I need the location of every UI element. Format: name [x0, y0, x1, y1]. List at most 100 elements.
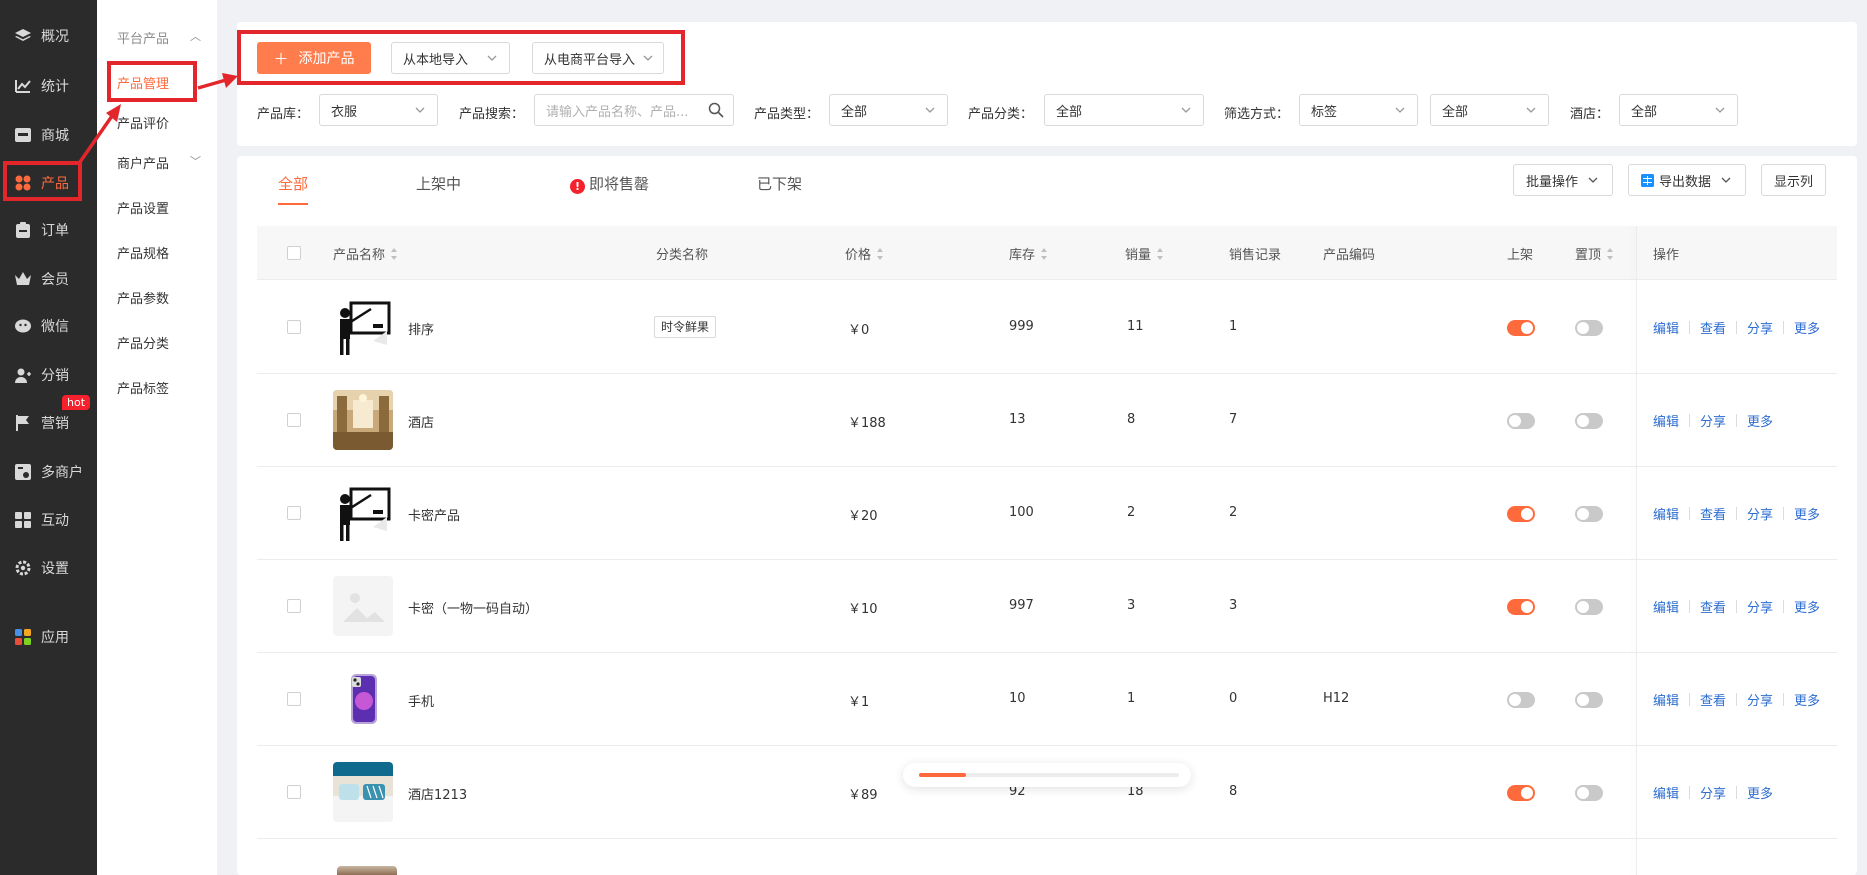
tab-on-sale[interactable]: 上架中 [416, 173, 461, 194]
action-link[interactable]: 分享 [1747, 597, 1773, 616]
row-checkbox[interactable] [287, 320, 301, 334]
row-checkbox[interactable] [287, 692, 301, 706]
row-checkbox[interactable] [287, 413, 301, 427]
column-header-sales[interactable]: 销量 [1125, 244, 1164, 263]
product-name[interactable]: 卡密（一物一码自动） [408, 598, 538, 617]
sidebar-item-marketing[interactable]: 营销 [0, 403, 97, 443]
column-header-label: 产品编码 [1323, 248, 1376, 263]
product-thumbnail[interactable] [333, 390, 393, 450]
subnav-item-product-reviews[interactable]: 产品评价 [117, 113, 169, 132]
pin-toggle[interactable] [1575, 785, 1603, 801]
product-sales-records: 2 [1229, 505, 1238, 520]
action-link[interactable]: 更多 [1747, 783, 1773, 802]
sidebar-item-wechat[interactable]: 微信 [0, 306, 97, 346]
product-thumbnail[interactable] [333, 762, 393, 822]
product-thumbnail[interactable] [333, 576, 393, 636]
listed-toggle[interactable] [1507, 692, 1535, 708]
pin-toggle[interactable] [1575, 692, 1603, 708]
sidebar-item-overview[interactable]: 概况 [0, 16, 97, 56]
tab-all[interactable]: 全部 [278, 173, 308, 194]
listed-toggle[interactable] [1507, 785, 1535, 801]
action-link[interactable]: 编辑 [1653, 783, 1679, 802]
sidebar-item-settings[interactable]: 设置 [0, 548, 97, 588]
action-link[interactable]: 查看 [1700, 690, 1726, 709]
row-checkbox[interactable] [287, 785, 301, 799]
action-link[interactable]: 分享 [1700, 411, 1726, 430]
tab-low-stock[interactable]: ! 即将售罄 [570, 173, 649, 194]
action-link[interactable]: 编辑 [1653, 597, 1679, 616]
column-header-name[interactable]: 产品名称 [333, 244, 398, 263]
sidebar-item-distribution[interactable]: 分销 [0, 355, 97, 395]
action-link[interactable]: 编辑 [1653, 690, 1679, 709]
pin-toggle[interactable] [1575, 320, 1603, 336]
sidebar-item-orders[interactable]: 订单 [0, 210, 97, 250]
type-select[interactable]: 全部 [829, 94, 948, 126]
subnav-item-product-params[interactable]: 产品参数 [117, 288, 169, 307]
layers-icon [14, 27, 32, 45]
subnav-item-product-tags[interactable]: 产品标签 [117, 378, 169, 397]
pin-toggle[interactable] [1575, 506, 1603, 522]
action-link[interactable]: 更多 [1794, 597, 1820, 616]
sidebar-item-stats[interactable]: 统计 [0, 66, 97, 106]
batch-operation-button[interactable]: 批量操作 [1513, 164, 1614, 196]
product-name[interactable]: 排序 [408, 319, 434, 338]
search-input[interactable]: 请输入产品名称、产品... [534, 94, 734, 126]
action-link[interactable]: 分享 [1747, 318, 1773, 337]
sidebar-item-apps[interactable]: 应用 [0, 617, 97, 657]
subnav-group-platform[interactable]: 平台产品 ︿ [117, 28, 201, 47]
subnav-group-merchant[interactable]: 商户产品 ﹀ [117, 153, 201, 172]
subnav-item-product-specs[interactable]: 产品规格 [117, 243, 169, 262]
product-name[interactable]: 手机 [408, 691, 434, 710]
listed-toggle[interactable] [1507, 599, 1535, 615]
sidebar-item-multi-merchant[interactable]: 多商户 [0, 452, 97, 492]
action-link[interactable]: 更多 [1794, 690, 1820, 709]
action-link[interactable]: 分享 [1747, 690, 1773, 709]
pin-toggle[interactable] [1575, 413, 1603, 429]
show-columns-button[interactable]: 显示列 [1761, 164, 1827, 196]
action-link[interactable]: 分享 [1700, 783, 1726, 802]
product-name[interactable]: 卡密产品 [408, 505, 460, 524]
export-data-button[interactable]: 导出数据 [1628, 164, 1747, 196]
action-link[interactable]: 编辑 [1653, 411, 1679, 430]
spreadsheet-icon [1641, 173, 1654, 187]
action-link[interactable]: 编辑 [1653, 504, 1679, 523]
filter-method-select[interactable]: 标签 [1299, 94, 1418, 126]
pin-toggle[interactable] [1575, 599, 1603, 615]
action-link[interactable]: 查看 [1700, 318, 1726, 337]
category-select[interactable]: 全部 [1044, 94, 1204, 126]
action-link[interactable]: 查看 [1700, 504, 1726, 523]
sidebar-item-store[interactable]: 商城 [0, 115, 97, 155]
filter-value-select[interactable]: 全部 [1430, 94, 1549, 126]
sidebar-item-members[interactable]: 会员 [0, 259, 97, 299]
subnav-group-label: 商户产品 [117, 157, 170, 172]
column-header-stock[interactable]: 库存 [1009, 244, 1048, 263]
subnav-item-product-categories[interactable]: 产品分类 [117, 333, 169, 352]
search-icon[interactable] [708, 102, 724, 118]
column-header-price[interactable]: 价格 [845, 244, 884, 263]
product-name[interactable]: 酒店1213 [408, 784, 467, 803]
action-link[interactable]: 更多 [1794, 318, 1820, 337]
tab-delisted[interactable]: 已下架 [757, 173, 802, 194]
select-all-checkbox[interactable] [287, 246, 301, 260]
listed-toggle[interactable] [1507, 413, 1535, 429]
product-thumbnail[interactable] [333, 669, 393, 729]
action-link[interactable]: 更多 [1794, 504, 1820, 523]
action-link[interactable]: 更多 [1747, 411, 1773, 430]
gear-icon [14, 559, 32, 577]
column-header-pinned[interactable]: 置顶 [1575, 244, 1614, 263]
hotel-select[interactable]: 全部 [1619, 94, 1738, 126]
product-name[interactable]: 酒店 [408, 412, 434, 431]
listed-toggle[interactable] [1507, 320, 1535, 336]
sidebar-item-interaction[interactable]: 互动 [0, 500, 97, 540]
listed-toggle[interactable] [1507, 506, 1535, 522]
row-checkbox[interactable] [287, 506, 301, 520]
sidebar-item-label: 营销 [41, 416, 69, 432]
action-link[interactable]: 编辑 [1653, 318, 1679, 337]
row-checkbox[interactable] [287, 599, 301, 613]
action-link[interactable]: 分享 [1747, 504, 1773, 523]
library-select[interactable]: 衣服 [319, 94, 438, 126]
action-link[interactable]: 查看 [1700, 597, 1726, 616]
product-thumbnail[interactable] [333, 483, 393, 543]
subnav-item-product-settings[interactable]: 产品设置 [117, 198, 169, 217]
product-thumbnail[interactable] [333, 297, 393, 357]
